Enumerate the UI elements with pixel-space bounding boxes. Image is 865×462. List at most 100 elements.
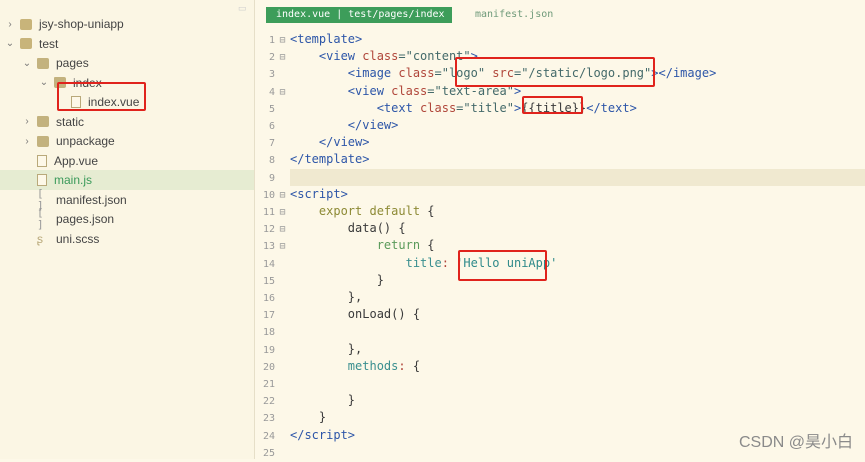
fold-gutter	[275, 66, 290, 83]
project-explorer: ▭ › jsy-shop-uniapp ⌄ test ⌄ pages ⌄ index index…	[0, 0, 255, 459]
code-token: {	[427, 204, 435, 218]
tree-item[interactable]: ⌄ test	[0, 34, 254, 54]
line-number: 4	[268, 86, 275, 98]
tree-item[interactable]: [ ] pages.json	[0, 206, 254, 231]
code-token: }	[290, 272, 384, 287]
chevron-icon[interactable]: ›	[4, 19, 16, 30]
line-number: 3	[268, 69, 275, 81]
code-token: class	[362, 49, 399, 64]
code-line: 10 ⊟ <script>	[255, 186, 865, 203]
line-number: 1	[268, 35, 275, 46]
code-token: </view>	[290, 118, 399, 132]
line-number: 9	[268, 172, 275, 184]
line-number: 8	[268, 155, 275, 167]
tree-item[interactable]: › static	[0, 112, 254, 132]
chevron-icon[interactable]: ›	[21, 136, 33, 147]
code-token: <image	[290, 66, 399, 81]
tree-item-label: pages.json	[56, 212, 115, 226]
code-line: 6 </view>	[255, 117, 865, 134]
line-number: 21	[262, 379, 275, 390]
code-token: </script>	[290, 427, 356, 442]
fold-toggle-icon[interactable]: ⊟	[275, 238, 290, 255]
fold-toggle-icon[interactable]: ⊟	[275, 221, 290, 238]
js-file-icon	[37, 174, 47, 186]
code-line: 11 ⊟ export default {	[255, 203, 865, 220]
code-line: 15 }	[255, 272, 865, 289]
code-line: 16 },	[255, 289, 865, 306]
fold-gutter	[275, 359, 290, 376]
line-number: 11	[262, 207, 275, 218]
tree-item[interactable]: ⌄ pages	[0, 53, 254, 73]
tree-item-label: main.js	[54, 173, 93, 187]
line-number: 15	[262, 275, 275, 287]
line-number: 14	[262, 258, 275, 270]
code-token: }	[290, 410, 327, 425]
chevron-icon[interactable]: ⌄	[21, 58, 33, 69]
tree-item-label: test	[39, 36, 59, 51]
line-number: 16	[262, 293, 275, 304]
chevron-icon[interactable]: ›	[21, 116, 33, 127]
tab-index-vue[interactable]: index.vue | test/pages/index	[266, 7, 452, 23]
code-token: class	[391, 83, 428, 98]
code-token: {	[412, 358, 421, 373]
code-token: <text	[290, 100, 421, 115]
code-token: <script>	[290, 186, 348, 201]
tree-item[interactable]: › unpackage	[0, 131, 254, 151]
tree-item[interactable]: › jsy-shop-uniapp	[0, 14, 254, 34]
fold-toggle-icon[interactable]: ⊟	[275, 49, 290, 66]
line-number: 7	[268, 138, 275, 150]
chevron-icon[interactable]: ⌄	[38, 77, 50, 88]
line-number: 20	[262, 361, 275, 373]
code-token: ="title"	[456, 100, 514, 115]
line-number: 17	[262, 310, 275, 322]
code-token: () {	[391, 307, 421, 322]
code-token: },	[290, 341, 363, 356]
tree-item-label: pages	[56, 56, 89, 70]
fold-gutter	[275, 428, 290, 445]
fold-toggle-icon[interactable]: ⊟	[275, 32, 290, 49]
fold-toggle-icon[interactable]: ⊟	[275, 187, 290, 204]
tree-item[interactable]: App.vue	[0, 151, 254, 171]
code-token: title	[290, 255, 442, 270]
tree-item[interactable]: ʂ uni.scss	[0, 229, 254, 249]
fold-gutter	[275, 307, 290, 324]
tree-item-label: manifest.json	[56, 192, 127, 207]
code-token: :	[441, 255, 457, 270]
folder-icon	[37, 116, 49, 127]
annotation-box	[455, 57, 655, 87]
line-number: 24	[262, 430, 275, 442]
code-token: data	[290, 221, 377, 236]
line-number: 10	[262, 189, 275, 201]
tree-item-label: static	[56, 114, 85, 129]
scss-file-icon: ʂ	[37, 231, 43, 246]
chevron-icon[interactable]: ⌄	[4, 38, 16, 49]
folder-icon	[37, 57, 49, 69]
collapse-icon[interactable]: ▭	[238, 3, 248, 13]
annotation-box	[458, 250, 547, 281]
vue-file-icon	[37, 154, 47, 167]
line-number: 25	[262, 447, 275, 459]
line-number: 12	[262, 224, 275, 236]
fold-gutter	[275, 135, 290, 152]
json-file-icon: [ ]	[37, 206, 44, 231]
code-line: 13 ⊟ return {	[255, 237, 865, 254]
code-token: methods	[290, 358, 399, 373]
code-token: onLoad	[290, 307, 392, 322]
tab-manifest-json[interactable]: manifest.json	[475, 7, 553, 23]
fold-gutter	[275, 445, 290, 462]
code-line: 14 title: 'Hello uniApp'	[255, 255, 865, 272]
fold-gutter	[275, 256, 290, 273]
line-number: 19	[262, 344, 275, 356]
fold-toggle-icon[interactable]: ⊟	[275, 84, 290, 101]
code-token: export default	[290, 204, 428, 218]
watermark: CSDN @昊小白	[738, 434, 853, 451]
line-number: 13	[262, 241, 275, 253]
code-line: 8 </template>	[255, 151, 865, 168]
fold-toggle-icon[interactable]: ⊟	[275, 204, 290, 221]
code-token: }	[290, 393, 356, 408]
annotation-box	[57, 82, 146, 111]
line-number: 23	[262, 413, 275, 425]
code-token: <view	[290, 83, 392, 98]
tree-item-label: jsy-shop-uniapp	[39, 17, 124, 31]
fold-gutter	[275, 393, 290, 410]
